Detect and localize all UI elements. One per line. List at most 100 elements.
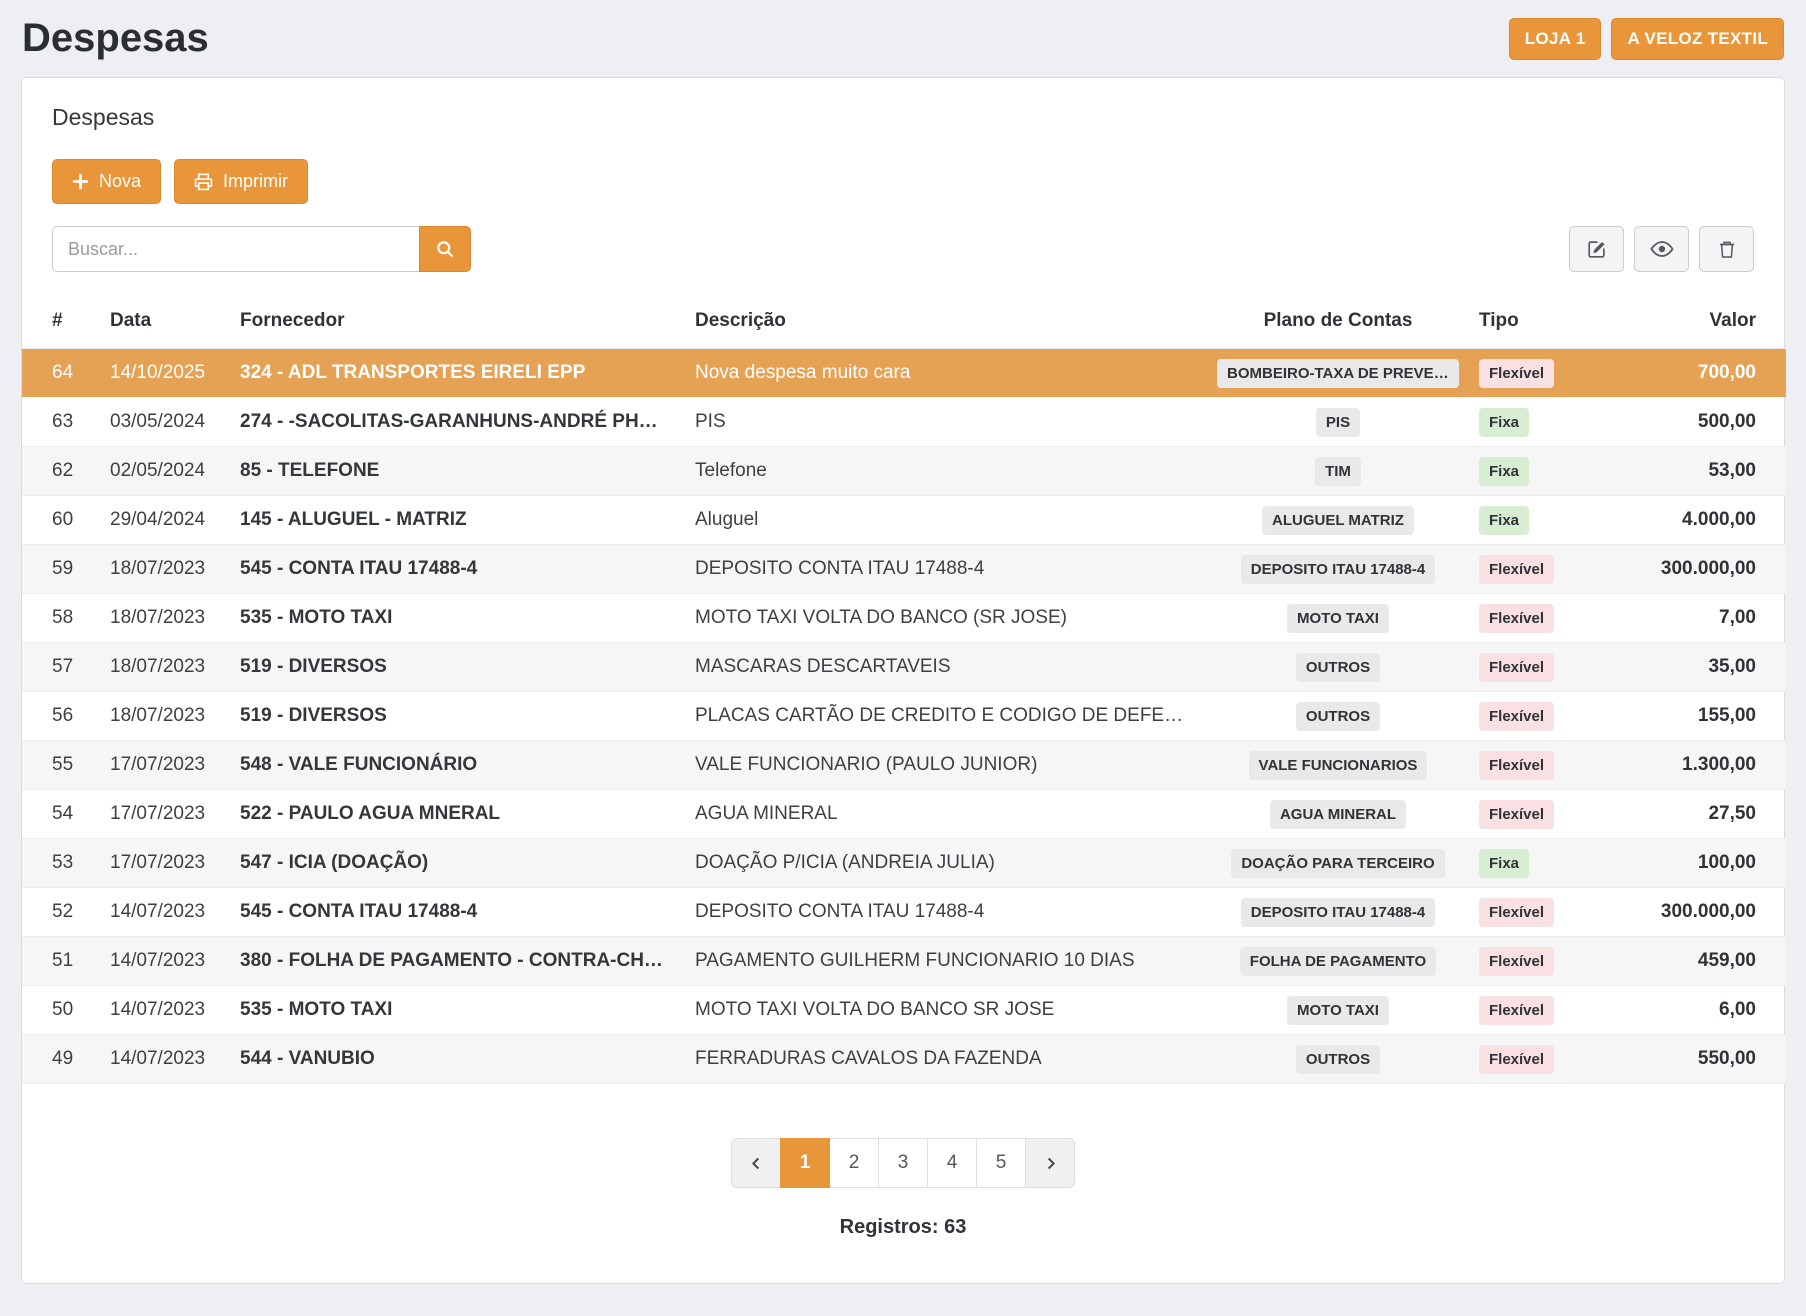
row-value: 4.000,00: [1624, 496, 1786, 545]
table-row[interactable]: 49 14/07/2023 544 - VANUBIO FERRADURAS C…: [22, 1035, 1786, 1084]
plan-badge: DEPOSITO ITAU 17488-4: [1241, 898, 1436, 927]
row-description: Telefone: [685, 447, 1207, 496]
type-badge: Flexível: [1479, 359, 1554, 388]
type-badge: Fixa: [1479, 506, 1529, 535]
row-id: 54: [22, 790, 100, 839]
table-row[interactable]: 54 17/07/2023 522 - PAULO AGUA MNERAL AG…: [22, 790, 1786, 839]
row-value: 155,00: [1624, 692, 1786, 741]
page-header: Despesas LOJA 1 A VELOZ TEXTIL: [0, 0, 1806, 73]
card-title: Despesas: [22, 78, 1784, 135]
row-type: Fixa: [1469, 496, 1624, 545]
expenses-table: # Data Fornecedor Descrição Plano de Con…: [22, 300, 1786, 1084]
table-row[interactable]: 59 18/07/2023 545 - CONTA ITAU 17488-4 D…: [22, 545, 1786, 594]
search-input[interactable]: [52, 226, 419, 272]
toolbar: Nova Imprimir: [22, 135, 1784, 272]
page-button-4[interactable]: 4: [927, 1138, 977, 1188]
company-button[interactable]: A VELOZ TEXTIL: [1611, 18, 1784, 60]
row-id: 55: [22, 741, 100, 790]
row-supplier: 545 - CONTA ITAU 17488-4: [230, 888, 685, 937]
row-plan: DOAÇÃO PARA TERCEIRO: [1207, 839, 1469, 888]
table-row[interactable]: 56 18/07/2023 519 - DIVERSOS PLACAS CART…: [22, 692, 1786, 741]
row-description: PAGAMENTO GUILHERM FUNCIONARIO 10 DIAS: [685, 937, 1207, 986]
page-button-3[interactable]: 3: [878, 1138, 928, 1188]
type-badge: Flexível: [1479, 653, 1554, 682]
table-row[interactable]: 60 29/04/2024 145 - ALUGUEL - MATRIZ Alu…: [22, 496, 1786, 545]
row-plan: MOTO TAXI: [1207, 986, 1469, 1035]
table-row[interactable]: 63 03/05/2024 274 - -SACOLITAS-GARANHUNS…: [22, 398, 1786, 447]
trash-icon: [1717, 239, 1737, 260]
row-description: Nova despesa muito cara: [685, 349, 1207, 398]
type-badge: Flexível: [1479, 996, 1554, 1025]
row-date: 14/10/2025: [100, 349, 230, 398]
table-row[interactable]: 64 14/10/2025 324 - ADL TRANSPORTES EIRE…: [22, 349, 1786, 398]
edit-button[interactable]: [1569, 226, 1624, 272]
row-action-buttons: [1569, 226, 1754, 272]
nova-button[interactable]: Nova: [52, 159, 161, 204]
row-value: 27,50: [1624, 790, 1786, 839]
type-badge: Fixa: [1479, 457, 1529, 486]
expenses-card: Despesas Nova Imprimir: [21, 77, 1785, 1284]
type-badge: Flexível: [1479, 898, 1554, 927]
row-plan: OUTROS: [1207, 643, 1469, 692]
plan-badge: PIS: [1316, 408, 1360, 437]
row-description: VALE FUNCIONARIO (PAULO JUNIOR): [685, 741, 1207, 790]
search-group: [52, 226, 471, 272]
search-icon: [435, 239, 455, 259]
type-badge: Fixa: [1479, 408, 1529, 437]
row-supplier: 324 - ADL TRANSPORTES EIRELI EPP: [230, 349, 685, 398]
row-supplier: 535 - MOTO TAXI: [230, 986, 685, 1035]
row-description: DEPOSITO CONTA ITAU 17488-4: [685, 888, 1207, 937]
page-button-1[interactable]: 1: [780, 1138, 830, 1188]
col-id-header: #: [22, 300, 100, 349]
plan-badge: OUTROS: [1296, 653, 1380, 682]
table-row[interactable]: 58 18/07/2023 535 - MOTO TAXI MOTO TAXI …: [22, 594, 1786, 643]
imprimir-button[interactable]: Imprimir: [174, 159, 308, 204]
store-button[interactable]: LOJA 1: [1509, 18, 1602, 60]
page-button-5[interactable]: 5: [976, 1138, 1026, 1188]
row-plan: VALE FUNCIONARIOS: [1207, 741, 1469, 790]
plan-badge: AGUA MINERAL: [1270, 800, 1406, 829]
plan-badge: OUTROS: [1296, 1045, 1380, 1074]
table-row[interactable]: 57 18/07/2023 519 - DIVERSOS MASCARAS DE…: [22, 643, 1786, 692]
table-row[interactable]: 51 14/07/2023 380 - FOLHA DE PAGAMENTO -…: [22, 937, 1786, 986]
table-row[interactable]: 52 14/07/2023 545 - CONTA ITAU 17488-4 D…: [22, 888, 1786, 937]
next-page-button[interactable]: [1025, 1138, 1075, 1188]
delete-button[interactable]: [1699, 226, 1754, 272]
table-row[interactable]: 53 17/07/2023 547 - ICIA (DOAÇÃO) DOAÇÃO…: [22, 839, 1786, 888]
row-id: 53: [22, 839, 100, 888]
prev-page-button[interactable]: [731, 1138, 781, 1188]
page-button-2[interactable]: 2: [829, 1138, 879, 1188]
row-supplier: 547 - ICIA (DOAÇÃO): [230, 839, 685, 888]
plan-badge: OUTROS: [1296, 702, 1380, 731]
row-supplier: 545 - CONTA ITAU 17488-4: [230, 545, 685, 594]
row-value: 500,00: [1624, 398, 1786, 447]
row-type: Flexível: [1469, 986, 1624, 1035]
row-value: 1.300,00: [1624, 741, 1786, 790]
plan-badge: ALUGUEL MATRIZ: [1262, 506, 1414, 535]
row-supplier: 380 - FOLHA DE PAGAMENTO - CONTRA-CH…: [230, 937, 685, 986]
row-supplier: 548 - VALE FUNCIONÁRIO: [230, 741, 685, 790]
eye-icon: [1650, 237, 1674, 261]
table-row[interactable]: 55 17/07/2023 548 - VALE FUNCIONÁRIO VAL…: [22, 741, 1786, 790]
row-description: DEPOSITO CONTA ITAU 17488-4: [685, 545, 1207, 594]
row-type: Flexível: [1469, 937, 1624, 986]
view-button[interactable]: [1634, 226, 1689, 272]
row-value: 459,00: [1624, 937, 1786, 986]
row-id: 52: [22, 888, 100, 937]
records-count: Registros: 63: [22, 1216, 1784, 1239]
row-type: Flexível: [1469, 349, 1624, 398]
table-row[interactable]: 50 14/07/2023 535 - MOTO TAXI MOTO TAXI …: [22, 986, 1786, 1035]
search-button[interactable]: [419, 226, 471, 272]
col-supplier-header: Fornecedor: [230, 300, 685, 349]
expenses-table-body: 64 14/10/2025 324 - ADL TRANSPORTES EIRE…: [22, 349, 1786, 1084]
row-date: 17/07/2023: [100, 790, 230, 839]
page-title: Despesas: [22, 16, 209, 61]
plus-icon: [72, 173, 89, 190]
row-id: 64: [22, 349, 100, 398]
row-plan: OUTROS: [1207, 692, 1469, 741]
row-date: 29/04/2024: [100, 496, 230, 545]
row-plan: BOMBEIRO-TAXA DE PREVEN ...: [1207, 349, 1469, 398]
row-value: 100,00: [1624, 839, 1786, 888]
row-id: 50: [22, 986, 100, 1035]
table-row[interactable]: 62 02/05/2024 85 - TELEFONE Telefone TIM…: [22, 447, 1786, 496]
